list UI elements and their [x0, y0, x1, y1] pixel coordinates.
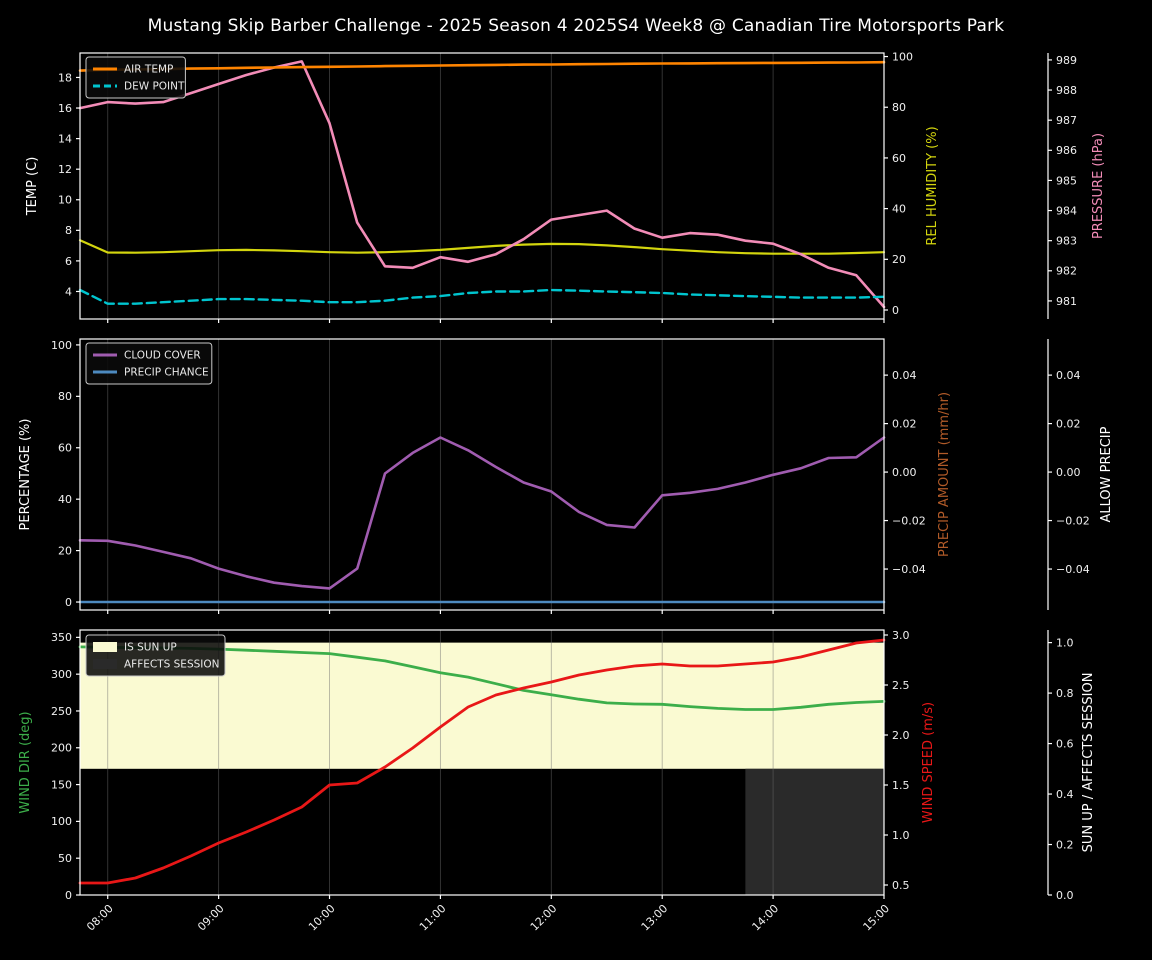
y-tick-label: 986: [1056, 144, 1077, 157]
y-tick-label: −0.04: [1056, 563, 1090, 576]
y-axis-label-right: REL HUMIDITY (%): [925, 126, 940, 245]
legend-label: PRECIP CHANCE: [124, 367, 209, 379]
x-tick-label: 09:00: [195, 902, 227, 934]
y-tick-label: 988: [1056, 84, 1077, 97]
y-tick-label: 0: [892, 304, 899, 317]
y-tick-label: 20: [58, 544, 72, 557]
band-affects-session: [745, 768, 884, 895]
y-tick-label: 100: [51, 339, 72, 352]
y-axis-label-far-right: SUN UP / AFFECTS SESSION: [1081, 673, 1096, 853]
y-axis-label-left: WIND DIR (deg): [18, 711, 33, 813]
y-axis-label-left: PERCENTAGE (%): [18, 419, 33, 531]
y-axis-label-far-right: PRESSURE (hPa): [1091, 133, 1106, 239]
y-tick-label: 350: [51, 631, 72, 644]
weather-forecast-window: Mustang Skip Barber Challenge - 2025 Sea…: [0, 0, 1152, 960]
legend-swatch: [93, 642, 117, 652]
legend-swatch: [93, 659, 117, 669]
y-tick-label: 14: [58, 132, 72, 145]
y-tick-label: 985: [1056, 174, 1077, 187]
y-tick-label: 0.2: [1056, 838, 1074, 851]
panel-cloud-precипitation: 0 20 40 60 80 100 PERCENTAGE (%) 0.04 0.02 0.00 −0…: [18, 338, 1114, 614]
y-tick-label: 8: [65, 224, 72, 237]
y-tick-label: 18: [58, 71, 72, 84]
y-tick-label: 987: [1056, 114, 1077, 127]
y-tick-label: −0.02: [1056, 514, 1090, 527]
y-tick-label: 0.04: [892, 369, 917, 382]
y-tick-label: 982: [1056, 265, 1077, 278]
y-tick-label: 0: [65, 596, 72, 609]
y-tick-label: 984: [1056, 204, 1077, 217]
y-axis-label-right: PRECIP AMOUNT (mm/hr): [937, 392, 952, 557]
x-tick-label: 10:00: [306, 902, 338, 934]
y-tick-label: 0.00: [892, 466, 917, 479]
y-tick-label: 981: [1056, 295, 1077, 308]
legend: CLOUD COVER PRECIP CHANCE: [85, 342, 213, 385]
y-tick-label: 0.02: [892, 417, 917, 430]
y-tick-label: 40: [892, 202, 906, 215]
legend-label: IS SUN UP: [124, 642, 177, 654]
y-tick-label: 250: [51, 705, 72, 718]
x-tick-label: 13:00: [639, 902, 671, 934]
y-axis-label-far-right: ALLOW PRECIP: [1099, 426, 1114, 522]
legend: AIR TEMP DEW POINT: [85, 56, 186, 99]
y-tick-label: 3.0: [892, 629, 910, 642]
y-tick-label: 300: [51, 668, 72, 681]
y-tick-label: 100: [51, 815, 72, 828]
y-tick-label: 4: [65, 285, 72, 298]
y-tick-label: 0.4: [1056, 788, 1074, 801]
x-tick-label: 11:00: [417, 902, 449, 934]
y-tick-label: 10: [58, 194, 72, 207]
y-tick-label: 0.04: [1056, 369, 1081, 382]
y-tick-label: 983: [1056, 235, 1077, 248]
y-tick-label: 2.5: [892, 679, 910, 692]
y-tick-label: 1.0: [1056, 636, 1074, 649]
x-tick-label: 14:00: [750, 902, 782, 934]
panel-wind-sun: 08:00 09:00 10:00 11:00 12:00 13:00 14:00 15:00…: [18, 629, 1096, 934]
y-tick-label: −0.04: [892, 563, 926, 576]
y-axis-label-left: TEMP (C): [25, 157, 40, 217]
y-tick-label: 150: [51, 778, 72, 791]
x-tick-label: 08:00: [84, 902, 116, 934]
legend-label: CLOUD COVER: [124, 350, 201, 362]
y-tick-label: 1.0: [892, 829, 910, 842]
x-tick-label: 12:00: [528, 902, 560, 934]
y-tick-label: −0.02: [892, 514, 926, 527]
y-tick-label: 0.5: [892, 879, 910, 892]
y-tick-label: 0: [65, 889, 72, 902]
legend: IS SUN UP AFFECTS SESSION: [85, 634, 226, 677]
y-tick-label: 6: [65, 255, 72, 268]
y-tick-label: 200: [51, 742, 72, 755]
series-pressure: [78, 60, 886, 309]
forecast-chart: 4 6 8 10 12 14 16 18 TEMP (C) 0 20 40 60 80 100 REL HUM…: [18, 50, 1114, 934]
y-tick-label: 16: [58, 102, 72, 115]
legend-label: AFFECTS SESSION: [124, 659, 220, 671]
plot-box: [79, 52, 885, 320]
y-tick-label: 0.00: [1056, 466, 1081, 479]
y-tick-label: 40: [58, 493, 72, 506]
y-axis-label-right: WIND SPEED (m/s): [921, 702, 936, 823]
series-dew-point: [78, 288, 886, 305]
y-tick-label: 2.0: [892, 729, 910, 742]
y-tick-label: 0.0: [1056, 889, 1074, 902]
y-tick-label: 989: [1056, 54, 1077, 67]
y-tick-label: 0.6: [1056, 737, 1074, 750]
y-tick-label: 100: [892, 50, 913, 63]
y-tick-label: 20: [892, 253, 906, 266]
y-tick-label: 80: [892, 101, 906, 114]
y-tick-label: 50: [58, 852, 72, 865]
series-cloud-cover: [78, 436, 886, 590]
series-air-temp: [78, 60, 886, 72]
y-tick-label: 0.8: [1056, 687, 1074, 700]
legend-label: AIR TEMP: [124, 64, 173, 76]
y-tick-label: 60: [892, 152, 906, 165]
y-tick-label: 1.5: [892, 779, 910, 792]
y-tick-label: 0.02: [1056, 417, 1081, 430]
legend-label: DEW POINT: [124, 81, 185, 93]
y-tick-label: 12: [58, 163, 72, 176]
y-tick-label: 80: [58, 390, 72, 403]
y-tick-label: 60: [58, 442, 72, 455]
panel-temperature-humidity-pressure: 4 6 8 10 12 14 16 18 TEMP (C) 0 20 40 60 80 100 REL HUM…: [25, 50, 1106, 323]
x-tick-label: 15:00: [861, 902, 893, 934]
